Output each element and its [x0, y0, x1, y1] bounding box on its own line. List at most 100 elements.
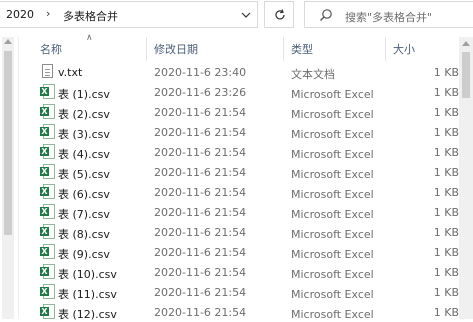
file-modified-date: 2020-11-6 21:54	[154, 126, 247, 139]
excel-csv-icon: X	[40, 144, 55, 159]
file-list-scrollbar[interactable]	[459, 37, 473, 319]
column-header-row: ∧ 名称 修改日期 类型 大小	[19, 33, 459, 61]
excel-csv-icon: X	[40, 124, 55, 139]
file-size: 1 KB	[433, 186, 459, 199]
file-row[interactable]: X表 (8).csv 2020-11-6 21:54 Microsoft Excel…	[19, 221, 459, 241]
column-header-modified[interactable]: 修改日期	[154, 41, 198, 57]
excel-csv-icon: X	[40, 244, 55, 259]
file-row[interactable]: X表 (12).csv 2020-11-6 21:54 Microsoft Exce…	[19, 301, 459, 321]
file-size: 1 KB	[433, 246, 459, 259]
file-modified-date: 2020-11-6 21:54	[154, 146, 247, 159]
file-modified-date: 2020-11-6 21:54	[154, 206, 247, 219]
breadcrumb-current-folder[interactable]: 多表格合并	[63, 8, 118, 24]
file-modified-date: 2020-11-6 21:54	[154, 246, 247, 259]
scroll-up-arrow-icon[interactable]	[462, 41, 470, 46]
excel-csv-icon: X	[40, 184, 55, 199]
file-size: 1 KB	[433, 266, 459, 279]
file-modified-date: 2020-11-6 21:54	[154, 106, 247, 119]
scrollbar-thumb[interactable]	[4, 51, 12, 235]
file-row[interactable]: X表 (4).csv 2020-11-6 21:54 Microsoft Excel…	[19, 141, 459, 161]
file-list: v.txt 2020-11-6 23:40 文本文档 1 KB X 表 (1).csv 20…	[19, 61, 459, 321]
file-type: Microsoft Excel 逗号分隔值文件	[291, 208, 377, 221]
file-name: 表 (7).csv	[58, 208, 110, 221]
search-placeholder: 搜索"多表格合并"	[345, 11, 433, 24]
excel-csv-icon: X	[40, 204, 55, 219]
column-header-size[interactable]: 大小	[393, 41, 415, 57]
text-file-icon	[40, 64, 55, 79]
file-name: v.txt	[58, 66, 83, 79]
file-name: 表 (1).csv	[58, 88, 110, 101]
file-modified-date: 2020-11-6 21:54	[154, 306, 247, 319]
excel-csv-icon: X	[40, 104, 55, 119]
file-size: 1 KB	[433, 226, 459, 239]
file-type: Microsoft Excel 逗号分隔值文件	[291, 128, 377, 141]
file-modified-date: 2020-11-6 21:54	[154, 186, 247, 199]
file-row[interactable]: X表 (9).csv 2020-11-6 21:54 Microsoft Excel…	[19, 241, 459, 261]
file-type: Microsoft Excel 逗号分隔值文件	[291, 108, 377, 121]
excel-csv-icon: X	[40, 164, 55, 179]
column-header-type[interactable]: 类型	[291, 41, 313, 57]
file-type: Microsoft Excel 逗号分隔值文件	[291, 248, 377, 261]
excel-csv-icon: X	[40, 284, 55, 299]
file-modified-date: 2020-11-6 21:54	[154, 286, 247, 299]
file-name: 表 (12).csv	[58, 308, 117, 321]
file-type: Microsoft Excel 逗号分隔值文件	[291, 308, 377, 321]
sort-ascending-icon: ∧	[86, 33, 93, 43]
column-divider[interactable]	[385, 37, 386, 61]
file-row[interactable]: X表 (3).csv 2020-11-6 21:54 Microsoft Excel…	[19, 121, 459, 141]
file-type: Microsoft Excel 逗号分隔值文件	[291, 228, 377, 241]
file-size: 1 KB	[433, 306, 459, 319]
file-type: Microsoft Excel 逗号分隔值文件	[291, 268, 377, 281]
file-size: 1 KB	[433, 286, 459, 299]
file-size: 1 KB	[433, 126, 459, 139]
file-modified-date: 2020-11-6 23:26	[154, 86, 247, 99]
file-name: 表 (11).csv	[58, 288, 117, 301]
file-size: 1 KB	[433, 206, 459, 219]
file-size: 1 KB	[433, 106, 459, 119]
column-header-name[interactable]: 名称	[40, 41, 62, 57]
file-modified-date: 2020-11-6 21:54	[154, 266, 247, 279]
file-size: 1 KB	[433, 146, 459, 159]
refresh-button[interactable]	[264, 1, 294, 28]
breadcrumb-2020[interactable]: 2020	[6, 8, 34, 21]
file-modified-date: 2020-11-6 21:54	[154, 166, 247, 179]
file-name: 表 (5).csv	[58, 168, 110, 181]
file-modified-date: 2020-11-6 21:54	[154, 226, 247, 239]
file-size: 1 KB	[433, 166, 459, 179]
excel-csv-icon: X	[40, 224, 55, 239]
scrollbar-thumb[interactable]	[462, 52, 470, 98]
address-history-dropdown-icon[interactable]	[238, 7, 254, 23]
excel-csv-icon: X	[40, 304, 55, 319]
refresh-icon	[275, 9, 285, 20]
file-row[interactable]: v.txt 2020-11-6 23:40 文本文档 1 KB	[19, 61, 459, 81]
address-bar[interactable]: 2020 › 多表格合并	[0, 1, 258, 28]
excel-csv-icon: X	[40, 84, 55, 99]
file-row[interactable]: X表 (11).csv 2020-11-6 21:54 Microsoft Exce…	[19, 281, 459, 301]
file-row[interactable]: X表 (7).csv 2020-11-6 21:54 Microsoft Excel…	[19, 201, 459, 221]
file-type: Microsoft Excel 逗号分隔值文件	[291, 288, 377, 301]
excel-csv-icon: X	[40, 264, 55, 279]
file-type: 文本文档	[291, 68, 335, 81]
search-box[interactable]: 搜索"多表格合并"	[304, 1, 473, 28]
file-row[interactable]: X表 (5).csv 2020-11-6 21:54 Microsoft Excel…	[19, 161, 459, 181]
file-row[interactable]: X表 (2).csv 2020-11-6 21:54 Microsoft Excel…	[19, 101, 459, 121]
scroll-up-arrow-icon[interactable]	[4, 39, 12, 44]
navigation-pane-scrollbar[interactable]	[2, 37, 14, 319]
file-size: 1 KB	[433, 66, 459, 79]
file-name: 表 (4).csv	[58, 148, 110, 161]
file-modified-date: 2020-11-6 23:40	[154, 66, 247, 79]
file-name: 表 (9).csv	[58, 248, 110, 261]
file-row[interactable]: X表 (6).csv 2020-11-6 21:54 Microsoft Excel…	[19, 181, 459, 201]
file-type: Microsoft Excel 逗号分隔值文件	[291, 188, 377, 201]
column-divider[interactable]	[146, 37, 147, 61]
file-name: 表 (10).csv	[58, 268, 117, 281]
file-row[interactable]: X表 (10).csv 2020-11-6 21:54 Microsoft Exce…	[19, 261, 459, 281]
column-divider[interactable]	[283, 37, 284, 61]
file-row[interactable]: X表 (1).csv 2020-11-6 23:26 Microsoft Excel…	[19, 81, 459, 101]
file-type: Microsoft Excel 逗号分隔值文件	[291, 168, 377, 181]
file-size: 1 KB	[433, 86, 459, 99]
file-name: 表 (8).csv	[58, 228, 110, 241]
breadcrumb-separator-icon[interactable]: ›	[46, 7, 50, 20]
file-name: 表 (6).csv	[58, 188, 110, 201]
file-name: 表 (3).csv	[58, 128, 110, 141]
